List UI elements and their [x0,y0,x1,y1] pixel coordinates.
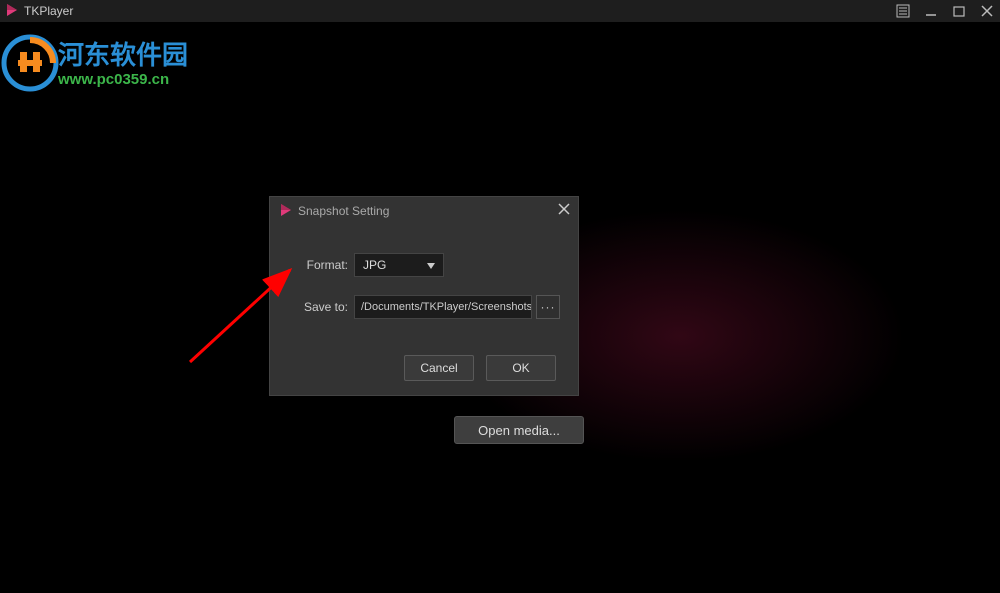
saveto-value: /Documents/TKPlayer/Screenshots/ [361,301,532,313]
app-logo-icon [6,4,18,19]
cancel-label: Cancel [420,361,457,375]
chevron-down-icon [427,258,435,272]
ok-button[interactable]: OK [486,355,556,381]
titlebar-left: TKPlayer [6,4,73,19]
dialog-body: Format: JPG Save to: /Documents/TKPlayer… [270,225,578,319]
saveto-row: Save to: /Documents/TKPlayer/Screenshots… [288,295,560,319]
format-select[interactable]: JPG [354,253,444,277]
snapshot-setting-dialog: Snapshot Setting Format: JPG [269,196,579,396]
watermark-text-cn: 河东软件园 [58,40,188,70]
app-window: TKPlayer [0,0,1000,593]
open-media-label: Open media... [478,423,560,438]
maximize-icon[interactable] [952,4,966,18]
dialog-titlebar: Snapshot Setting [270,197,578,225]
format-value: JPG [363,258,386,272]
content-area: Open media... Snapshot Setting [0,22,1000,593]
format-label: Format: [288,258,348,272]
minimize-icon[interactable] [924,4,938,18]
saveto-label: Save to: [288,300,348,314]
titlebar: TKPlayer [0,0,1000,22]
dialog-close-icon[interactable] [558,203,570,218]
window-title: TKPlayer [24,4,73,18]
ok-label: OK [512,361,529,375]
playlist-icon[interactable] [896,4,910,18]
close-icon[interactable] [980,4,994,18]
titlebar-controls [896,4,994,18]
browse-button[interactable]: ··· [536,295,560,319]
dialog-buttons: Cancel OK [404,355,556,381]
browse-label: ··· [541,300,556,314]
cancel-button[interactable]: Cancel [404,355,474,381]
format-row: Format: JPG [288,253,560,277]
dialog-title: Snapshot Setting [298,204,389,218]
open-media-button[interactable]: Open media... [454,416,584,444]
saveto-input[interactable]: /Documents/TKPlayer/Screenshots/ [354,295,532,319]
dialog-logo-icon [280,204,292,219]
watermark-text-url: www.pc0359.cn [57,71,169,88]
watermark: 河东软件园 www.pc0359.cn [0,28,200,101]
